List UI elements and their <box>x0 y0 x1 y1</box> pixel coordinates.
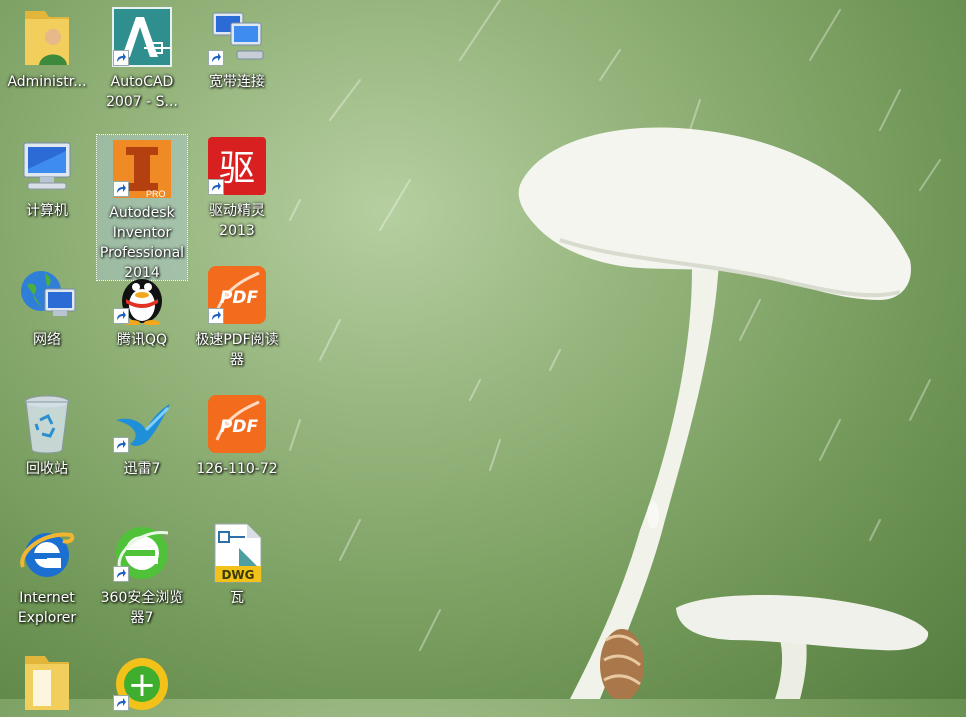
desktop-icon-internet-explorer[interactable]: Internet Explorer <box>2 518 92 628</box>
pdf-icon: PDF <box>206 264 268 326</box>
icon-label: 126-110-72 <box>196 461 278 477</box>
desktop-icon-network[interactable]: 网络 <box>2 260 92 350</box>
desktop-icon-360-app[interactable]: + <box>97 647 187 717</box>
network-connection-icon <box>206 6 268 68</box>
icon-label: 360安全浏览器7 <box>100 590 184 626</box>
icon-label: 驱动精灵 2013 <box>209 203 265 239</box>
shortcut-arrow-icon <box>113 50 129 66</box>
icon-label: 腾讯QQ <box>116 332 168 348</box>
desktop-icon-pdf-reader[interactable]: PDF 极速PDF阅读器 <box>192 260 282 370</box>
desktop-icon-dwg-file[interactable]: DWG 瓦 <box>192 518 282 608</box>
desktop-icon-broadband[interactable]: 宽带连接 <box>192 2 282 92</box>
qq-penguin-icon <box>111 264 173 326</box>
desktop-icon-folder[interactable] <box>2 647 92 717</box>
computer-icon <box>16 135 78 197</box>
internet-explorer-icon <box>16 522 78 584</box>
shortcut-arrow-icon <box>113 437 129 453</box>
rain-streaks <box>289 0 941 651</box>
driver-genius-icon: 驱 <box>206 135 268 197</box>
shortcut-arrow-icon <box>113 695 129 711</box>
desktop-icon-360-browser[interactable]: 360安全浏览器7 <box>97 518 187 628</box>
driver-genius-glyph: 驱 <box>219 148 255 189</box>
folder-icon <box>16 651 78 713</box>
desktop-icon-autocad[interactable]: AutoCAD 2007 - S... <box>97 2 187 112</box>
network-globe-icon <box>16 264 78 326</box>
icon-label: 迅雷7 <box>123 461 161 477</box>
shortcut-arrow-icon <box>113 181 129 197</box>
dwg-file-icon: DWG <box>206 522 268 584</box>
360-plus-glyph: + <box>128 665 157 705</box>
icon-label: AutoCAD 2007 - S... <box>106 74 178 110</box>
shortcut-arrow-icon <box>113 308 129 324</box>
desktop-icon-xunlei[interactable]: 迅雷7 <box>97 389 187 479</box>
icon-label: 宽带连接 <box>209 74 265 90</box>
desktop-icon-qq[interactable]: 腾讯QQ <box>97 260 187 350</box>
pdf-glyph: PDF <box>220 288 259 308</box>
icon-label: Internet Explorer <box>17 590 77 626</box>
360-app-icon: + <box>111 651 173 713</box>
shortcut-arrow-icon <box>113 566 129 582</box>
desktop-icon-driver-genius[interactable]: 驱 驱动精灵 2013 <box>192 131 282 241</box>
icon-label: 回收站 <box>26 461 68 477</box>
pdf-icon: PDF <box>206 393 268 455</box>
desktop-icon-recycle-bin[interactable]: 回收站 <box>2 389 92 479</box>
icon-label: Administr... <box>7 74 87 90</box>
shortcut-arrow-icon <box>208 179 224 195</box>
shortcut-arrow-icon <box>208 50 224 66</box>
xunlei-bird-icon <box>111 393 173 455</box>
desktop-icon-pdf-file[interactable]: PDF 126-110-72 <box>192 389 282 479</box>
dwg-glyph: DWG <box>221 568 254 582</box>
autocad-icon <box>111 6 173 68</box>
icon-label: 极速PDF阅读器 <box>195 332 279 368</box>
icon-label: 计算机 <box>26 203 68 219</box>
desktop-icon-autodesk-inventor[interactable]: PRO Autodesk Inventor Professional 2014 <box>96 134 188 281</box>
desktop-icon-computer[interactable]: 计算机 <box>2 131 92 221</box>
pdf-glyph: PDF <box>220 417 259 437</box>
360-browser-icon <box>111 522 173 584</box>
recycle-bin-icon <box>16 393 78 455</box>
inventor-badge: PRO <box>146 189 166 199</box>
icon-label: 网络 <box>33 332 61 348</box>
desktop-icon-administrator[interactable]: Administr... <box>2 2 92 92</box>
shortcut-arrow-icon <box>208 308 224 324</box>
inventor-icon: PRO <box>111 139 173 199</box>
icon-label: 瓦 <box>230 590 244 606</box>
user-folder-icon <box>16 6 78 68</box>
